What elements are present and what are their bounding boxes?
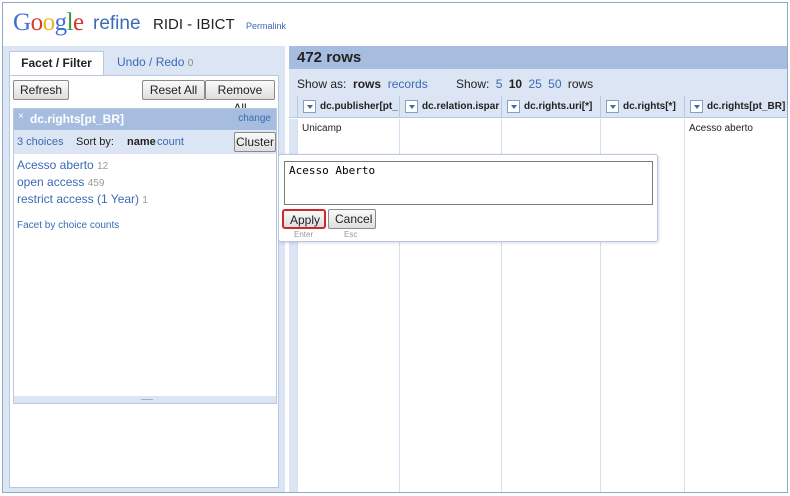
close-icon[interactable]: ×	[18, 112, 27, 122]
sort-by-count[interactable]: count	[157, 136, 184, 148]
column-header[interactable]: dc.rights[pt_BR]	[684, 96, 787, 118]
cancel-button[interactable]: Cancel	[328, 209, 376, 229]
apply-shortcut-hint: Enter	[294, 230, 314, 239]
left-panel: Facet / Filter Undo / Redo 0 Refresh Res…	[3, 46, 285, 492]
facet-choice[interactable]: open access 459	[17, 175, 104, 189]
column-header[interactable]: dc.rights.uri[*]	[501, 96, 600, 118]
cluster-button[interactable]: Cluster	[234, 132, 276, 152]
tab-undo-redo[interactable]: Undo / Redo 0	[109, 51, 209, 75]
dropdown-icon[interactable]	[606, 100, 619, 113]
column-header[interactable]: dc.relation.ispar	[399, 96, 501, 118]
tab-undo-redo-label: Undo / Redo	[117, 55, 185, 69]
show-label: Show:	[456, 77, 490, 91]
data-panel: 472 rows Show as: rows records Show: 5 1…	[289, 46, 787, 492]
refresh-button[interactable]: Refresh	[13, 80, 69, 100]
cell-publisher[interactable]: Unicamp	[302, 123, 341, 134]
facet-resize-handle[interactable]	[14, 396, 276, 403]
dropdown-icon[interactable]	[507, 100, 520, 113]
show-suffix: rows	[567, 77, 594, 91]
undo-redo-count: 0	[187, 58, 194, 69]
row-lead	[289, 96, 293, 118]
sort-by-label: Sort by:	[76, 136, 114, 148]
page-size-option[interactable]: 5	[496, 77, 503, 91]
rows-bar: 472 rows	[289, 46, 787, 69]
facet-choice[interactable]: restrict access (1 Year) 1	[17, 192, 148, 206]
column-header-label: dc.rights.uri[*]	[524, 101, 593, 112]
cell-editor-popup: Acesso Aberto Apply Cancel Enter Esc	[278, 154, 658, 242]
facet-choice[interactable]: Acesso aberto 12	[17, 158, 108, 172]
show-as-label: Show as:	[297, 77, 347, 91]
facet-choice-count: 12	[97, 161, 109, 172]
grip-icon	[141, 399, 153, 400]
cancel-shortcut-hint: Esc	[344, 230, 358, 239]
facet-controls: 3 choices Sort by: name count Cluster	[14, 130, 276, 154]
facet-choice-label[interactable]: Acesso aberto	[17, 158, 94, 172]
apply-button[interactable]: Apply	[282, 209, 326, 229]
permalink-link[interactable]: Permalink	[246, 21, 286, 31]
facet-change-link[interactable]: change	[238, 113, 271, 124]
column-headers: dc.publisher[pt_ dc.relation.ispar dc.ri…	[289, 96, 787, 118]
show-as-records[interactable]: records	[388, 77, 428, 91]
column-header-label: dc.rights[*]	[623, 101, 676, 112]
facet-box: × dc.rights[pt_BR] change 3 choices Sort…	[13, 108, 277, 404]
page-size-option[interactable]: 10	[509, 77, 522, 91]
column-header[interactable]: dc.publisher[pt_	[297, 96, 399, 118]
column-header[interactable]: dc.rights[*]	[600, 96, 684, 118]
app-window: Google refine RIDI - IBICT Permalink Fac…	[2, 2, 788, 493]
google-logo[interactable]: Google	[13, 9, 84, 37]
facet-title: dc.rights[pt_BR]	[30, 112, 124, 126]
dropdown-icon[interactable]	[405, 100, 418, 113]
choices-count[interactable]: 3 choices	[17, 136, 63, 148]
dropdown-icon[interactable]	[303, 100, 316, 113]
show-as-rows[interactable]: rows	[353, 77, 381, 91]
page-size-option[interactable]: 50	[548, 77, 561, 91]
cell-rights-pt-br[interactable]: Acesso aberto	[689, 123, 753, 134]
cell-editor-textarea[interactable]: Acesso Aberto	[284, 161, 653, 205]
show-as: Show as: rows records	[297, 77, 428, 91]
sort-by-name[interactable]: name	[127, 136, 156, 148]
facet-choice-label[interactable]: restrict access (1 Year)	[17, 192, 139, 206]
facet-by-counts-link[interactable]: Facet by choice counts	[17, 220, 119, 231]
refine-logo-text[interactable]: refine	[93, 13, 141, 35]
project-name[interactable]: RIDI - IBICT	[153, 16, 235, 33]
column-header-label: dc.rights[pt_BR]	[707, 101, 786, 112]
facet-choice-count: 1	[142, 195, 148, 206]
rows-count: 472 rows	[297, 49, 362, 66]
facet-panel: Refresh Reset All Remove All × dc.rights…	[9, 75, 279, 488]
dropdown-icon[interactable]	[690, 100, 703, 113]
column-header-label: dc.publisher[pt_	[320, 101, 398, 112]
page-size-option[interactable]: 25	[528, 77, 541, 91]
view-controls: Show as: rows records Show: 5 10 25 50 r…	[289, 69, 787, 96]
column-header-label: dc.relation.ispar	[422, 101, 500, 112]
facet-choice-count: 459	[87, 178, 105, 189]
page-size: Show: 5 10 25 50 rows	[456, 77, 593, 91]
facet-title-bar: × dc.rights[pt_BR] change	[14, 109, 276, 130]
reset-all-button[interactable]: Reset All	[142, 80, 205, 100]
tab-facet-filter[interactable]: Facet / Filter	[9, 51, 104, 75]
facet-choice-label[interactable]: open access	[17, 175, 84, 189]
column-divider	[684, 119, 685, 492]
app-header: Google refine RIDI - IBICT Permalink	[3, 3, 787, 43]
remove-all-button[interactable]: Remove All	[205, 80, 275, 115]
